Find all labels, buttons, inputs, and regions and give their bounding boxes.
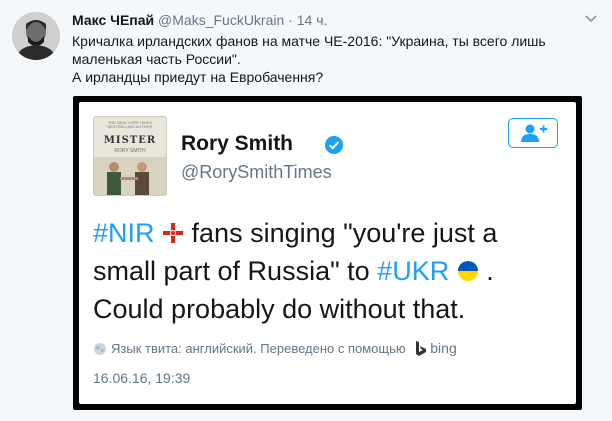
book-cover-photo: [94, 157, 166, 195]
hashtag-ukr: #UKR: [377, 256, 450, 286]
avatar[interactable]: [12, 12, 60, 60]
tweet-text-line-1: Кричалка ирландских фанов на матче ЧЕ-20…: [72, 33, 546, 67]
tweet-text-line-2: А ирландцы приедут на Евробачення?: [72, 69, 324, 85]
embedded-tweet-date: 16.06.16, 19:39: [93, 370, 191, 386]
tweet-header: Макс ЧЕпай @Maks_FuckUkrain · 14 ч.: [72, 10, 592, 32]
bing-label: bing: [430, 340, 457, 356]
tweet: Макс ЧЕпай @Maks_FuckUkrain · 14 ч. Крич…: [0, 0, 612, 421]
book-small-text: THE NEW YORK TIMES BESTSELLING AUTHOR: [107, 120, 153, 129]
follow-button: [508, 118, 558, 148]
embedded-author-handle: @RorySmithTimes: [181, 162, 332, 182]
embedded-tweet-inner: THE NEW YORK TIMES BESTSELLING AUTHOR MI…: [79, 102, 576, 404]
hashtag-nir: #NIR: [93, 218, 155, 248]
embedded-tweet-screenshot[interactable]: THE NEW YORK TIMES BESTSELLING AUTHOR MI…: [73, 96, 582, 410]
embedded-tweet-text: #NIR fans singing "you're just a small p…: [93, 214, 563, 328]
tweet-time[interactable]: 14 ч.: [297, 12, 328, 28]
chevron-down-icon[interactable]: [584, 12, 598, 26]
ukraine-flag-icon: [457, 261, 478, 281]
northern-ireland-flag-icon: [162, 222, 184, 244]
book-author: RORY SMITH: [114, 148, 146, 154]
translation-note-text: Язык твита: английский. Переведено с пом…: [111, 341, 406, 356]
embedded-avatar-book-cover: THE NEW YORK TIMES BESTSELLING AUTHOR MI…: [93, 116, 167, 196]
translation-note: Язык твита: английский. Переведено с пом…: [93, 340, 573, 358]
verified-badge-icon: [325, 136, 343, 154]
globe-icon: [94, 343, 106, 355]
follow-user-icon: [521, 124, 547, 142]
bing-logo-icon: [416, 341, 427, 356]
tweet-text: Кричалка ирландских фанов на матче ЧЕ-20…: [72, 32, 597, 86]
book-title: MISTER: [103, 135, 157, 146]
author-name[interactable]: Макс ЧЕпай: [72, 12, 154, 28]
separator: ·: [288, 12, 293, 28]
avatar-image: [12, 12, 60, 60]
embedded-author-name: Rory Smith: [181, 132, 294, 155]
author-handle[interactable]: @Maks_FuckUkrain: [158, 12, 284, 28]
